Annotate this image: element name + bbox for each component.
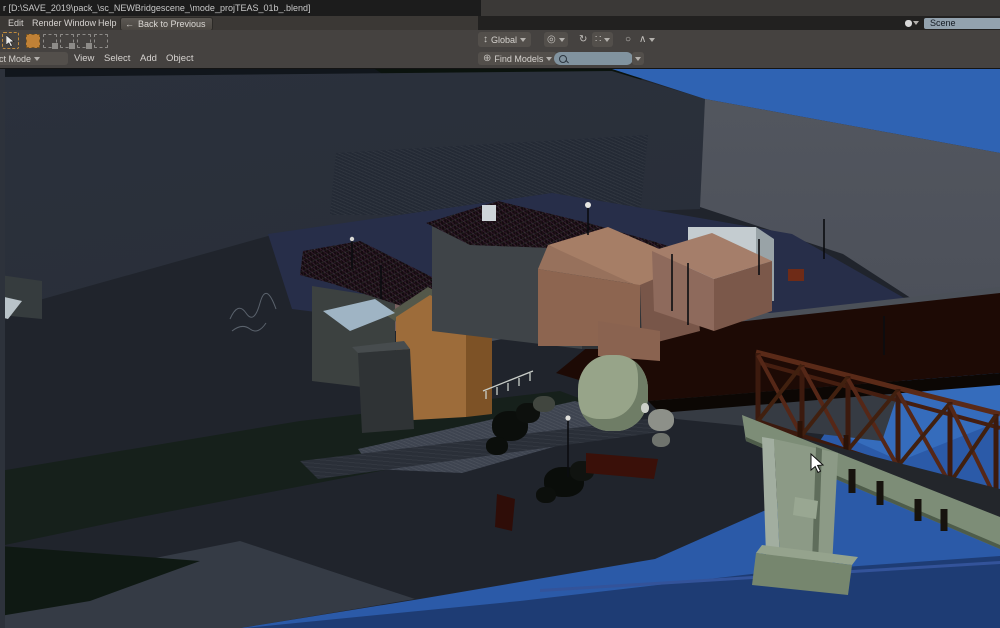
lamp-head (585, 202, 591, 208)
pivot-point-icon: ◎ (547, 34, 556, 45)
menu-add[interactable]: Add (136, 52, 161, 66)
chevron-down-icon (520, 38, 526, 42)
graffiti-scribble (230, 293, 276, 331)
menu-view[interactable]: View (70, 52, 98, 66)
falloff-curve-icon: ∧ (639, 34, 646, 45)
tool-header-row: ↕ Global ◎ ↻ ∷ ○ ∧ (0, 30, 1000, 51)
menu-bar: Edit Render Window Help ← Back to Previo… (0, 16, 1000, 30)
window-title: r [D:\SAVE_2019\pack_\sc_NEWBridgescene_… (0, 0, 481, 16)
street-lamps (352, 207, 884, 477)
scene-icon (905, 20, 912, 27)
chevron-down-icon (913, 21, 919, 25)
search-input[interactable] (554, 52, 633, 65)
magnifier-icon (559, 55, 567, 63)
menu-select[interactable]: Select (100, 52, 134, 66)
globe-icon: ⊕ (483, 53, 491, 64)
mode-value: ct Mode (0, 54, 31, 64)
select-mode-extend-icon[interactable] (43, 34, 57, 48)
lamp-head (350, 237, 354, 241)
scene-overlay (0, 69, 1000, 628)
orientation-value: Global (491, 35, 517, 45)
back-button-label: Back to Previous (138, 18, 206, 30)
chevron-down-icon (649, 38, 655, 42)
extend-square-icon (52, 43, 58, 49)
cursor-tool-icon (6, 35, 15, 47)
chevron-down-icon (34, 57, 40, 61)
proportional-edit-icon: ○ (625, 34, 631, 45)
scene-selector[interactable]: Scene (905, 16, 1000, 30)
menu-object[interactable]: Object (162, 52, 197, 66)
orientation-icon: ↕ (483, 34, 488, 45)
find-models-dropdown[interactable]: ⊕ Find Models (478, 52, 557, 65)
mouse-cursor (810, 453, 826, 475)
snap-settings-dropdown[interactable]: ∷ (592, 32, 613, 47)
menu-edit[interactable]: Edit (4, 16, 28, 30)
title-bar: r [D:\SAVE_2019\pack_\sc_NEWBridgescene_… (0, 0, 1000, 16)
select-mode-intersect-icon[interactable] (94, 34, 108, 48)
proportional-edit-toggle[interactable]: ○ (622, 32, 634, 47)
scene-name-field[interactable]: Scene (924, 18, 1000, 29)
select-mode-new-icon[interactable] (26, 34, 40, 48)
falloff-dropdown[interactable]: ∧ (636, 32, 658, 47)
subtract-square-icon (69, 43, 75, 49)
transform-orientation-dropdown[interactable]: ↕ Global (478, 32, 531, 47)
interaction-mode-dropdown[interactable]: ct Mode (0, 52, 68, 65)
chevron-down-icon (604, 38, 610, 42)
lamp-head (565, 415, 570, 420)
pivot-point-dropdown[interactable]: ◎ (544, 32, 568, 47)
select-mode-invert-icon[interactable] (77, 34, 91, 48)
active-tool-select-box[interactable] (2, 32, 19, 49)
chevron-down-icon (635, 57, 641, 61)
blender-window: r [D:\SAVE_2019\pack_\sc_NEWBridgescene_… (0, 0, 1000, 628)
white-fence (483, 371, 533, 399)
deck-post-stubs (852, 469, 944, 531)
search-options-dropdown[interactable] (632, 52, 644, 65)
chevron-down-icon (546, 57, 552, 61)
snap-dots-icon: ∷ (595, 34, 601, 45)
back-to-previous-button[interactable]: ← Back to Previous (120, 17, 213, 31)
chevron-down-icon (559, 38, 565, 42)
viewport-header-row: ct Mode View Select Add Object ⊕ Find Mo… (0, 50, 1000, 69)
select-mode-subtract-icon[interactable] (60, 34, 74, 48)
invert-square-icon (86, 43, 92, 49)
back-arrow-icon: ← (125, 18, 134, 30)
snap-magnet-icon: ↻ (579, 34, 587, 45)
find-models-label: Find Models (494, 54, 543, 64)
menu-help[interactable]: Help (94, 16, 121, 30)
snap-toggle-button[interactable]: ↻ (576, 32, 590, 47)
viewport-3d[interactable] (0, 68, 1000, 628)
